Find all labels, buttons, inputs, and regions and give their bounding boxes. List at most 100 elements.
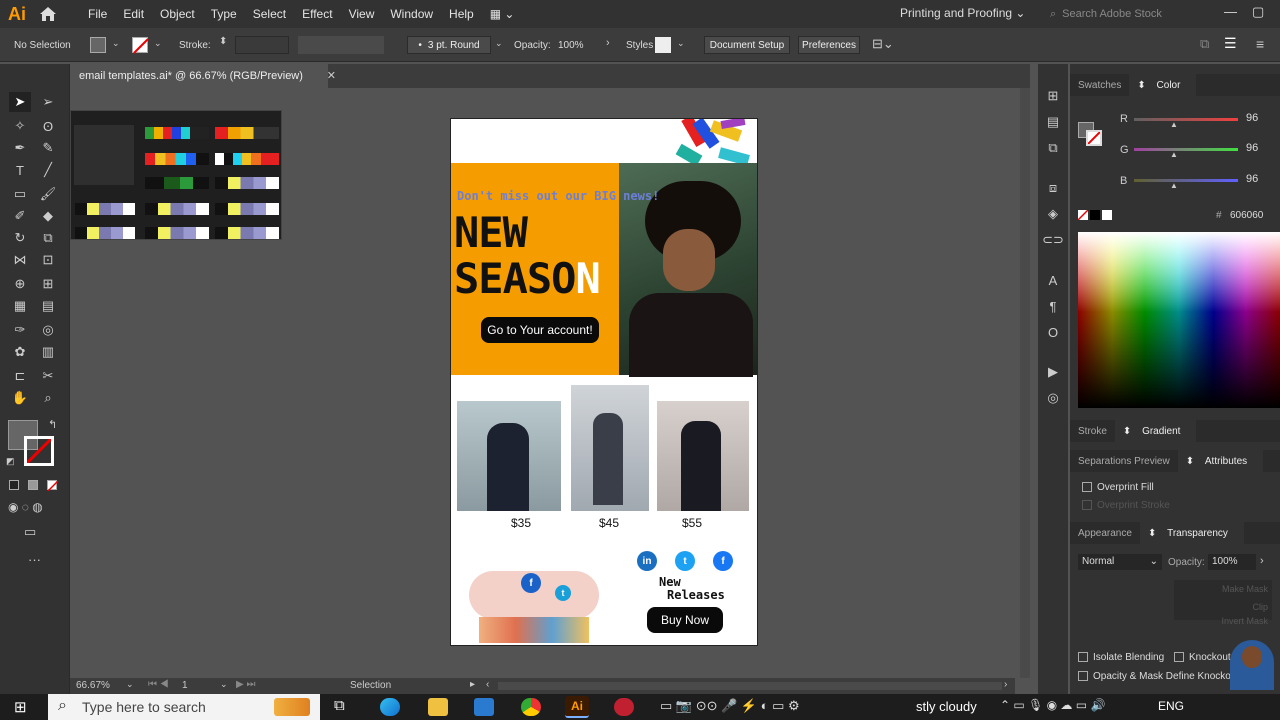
gradient-tool-icon[interactable]: ▤ <box>37 296 59 316</box>
chevron-down-icon[interactable]: ⌄ <box>154 38 162 49</box>
checkbox[interactable] <box>1174 652 1184 663</box>
chevron-down-icon[interactable]: ⌄ <box>112 38 120 49</box>
chevron-down-icon[interactable]: ⌄ <box>495 38 503 49</box>
eraser-icon[interactable]: ◆ <box>37 206 59 226</box>
direct-selection-tool-icon[interactable]: ➢ <box>37 92 59 112</box>
more-icon[interactable]: ≡ <box>1256 36 1264 52</box>
first-artboard-icon[interactable]: ⏮ ◀ <box>148 679 169 690</box>
none-swatch[interactable] <box>1077 209 1089 221</box>
gradient-mode-icon[interactable] <box>28 480 38 490</box>
symbol-sprayer-icon[interactable]: ✿ <box>9 342 31 362</box>
perspective-grid-icon[interactable]: ⊞ <box>37 274 59 294</box>
menu-view[interactable]: View <box>341 7 383 21</box>
make-mask-button[interactable]: Make Mask <box>1178 584 1268 594</box>
eyedropper-icon[interactable]: ✑ <box>9 320 31 340</box>
menu-type[interactable]: Type <box>203 7 245 21</box>
cc-libraries-icon[interactable]: ◎ <box>1042 388 1064 408</box>
paintbrush-icon[interactable]: 🖌 <box>37 184 59 204</box>
tab-attributes[interactable]: ⬍ Attributes <box>1177 450 1264 472</box>
color-mode-icon[interactable] <box>9 480 19 490</box>
lasso-icon[interactable]: ʘ <box>37 116 59 136</box>
document-setup-button[interactable]: Document Setup <box>704 36 790 54</box>
type-tool-icon[interactable]: T <box>9 160 31 180</box>
checkbox[interactable] <box>1082 482 1092 493</box>
swatch-row[interactable] <box>145 227 209 239</box>
arrange-icon[interactable]: ⧉ <box>1200 36 1209 52</box>
linkedin-icon[interactable]: in <box>637 551 657 571</box>
hex-value[interactable]: 606060 <box>1230 210 1263 221</box>
chevron-right-icon[interactable]: › <box>1260 555 1264 567</box>
scale-tool-icon[interactable]: ⧉ <box>37 228 59 248</box>
tab-transparency[interactable]: ⬍ Transparency <box>1139 522 1244 544</box>
draw-mode-icon[interactable]: ◉ ◌ ◍ <box>8 500 43 514</box>
default-colors-icon[interactable]: ◩ <box>6 456 15 467</box>
g-slider[interactable] <box>1134 148 1238 151</box>
libraries-icon[interactable]: ⧉ <box>1042 138 1064 158</box>
shape-builder-icon[interactable]: ⊕ <box>9 274 31 294</box>
curvature-tool-icon[interactable]: ✎ <box>37 138 59 158</box>
links-icon[interactable]: ⊂⊃ <box>1042 230 1064 250</box>
swatch-row[interactable] <box>145 153 209 165</box>
swatch-row[interactable] <box>145 203 209 215</box>
swatch-row[interactable] <box>215 227 279 239</box>
blend-mode-select[interactable]: Normal ⌄ <box>1078 554 1162 570</box>
system-tray-icons[interactable]: ▭ 📷 ⊙⊙ 🎤 ⚡ ◐ ▭ ⚙ <box>660 698 800 714</box>
chevron-down-icon[interactable]: ⌄ <box>220 679 228 690</box>
tab-separations[interactable]: Separations Preview <box>1070 456 1178 467</box>
tab-color[interactable]: ⬍ Color <box>1129 74 1197 96</box>
g-slider-thumb[interactable]: ▲ <box>1170 150 1178 159</box>
invert-mask-checkbox[interactable]: Invert Mask <box>1178 616 1268 626</box>
pen-tool-icon[interactable]: ✒ <box>9 138 31 158</box>
zoom-level[interactable]: 66.67% <box>76 680 110 691</box>
paragraph-icon[interactable]: ¶ <box>1042 296 1064 316</box>
r-slider[interactable] <box>1134 118 1238 121</box>
menu-effect[interactable]: Effect <box>294 7 340 21</box>
r-slider-thumb[interactable]: ▲ <box>1170 120 1178 129</box>
zoom-tool-icon[interactable]: ⌕ <box>37 388 59 408</box>
swatch-row[interactable] <box>75 227 135 239</box>
opacity-value[interactable]: 100% <box>558 40 584 51</box>
swatch-library-panel[interactable] <box>70 110 282 240</box>
recorder-icon[interactable] <box>614 698 634 716</box>
artboard-email-template[interactable]: Don't miss out our BIG news! NEW SEASON … <box>450 118 758 646</box>
b-slider[interactable] <box>1134 179 1238 182</box>
blend-tool-icon[interactable]: ◎ <box>37 320 59 340</box>
checkbox[interactable] <box>1082 500 1092 511</box>
close-icon[interactable]: ✕ <box>327 69 336 82</box>
taskbar-search[interactable]: ⌕ Type here to search <box>48 694 320 720</box>
menu-help[interactable]: Help <box>441 7 482 21</box>
menu-select[interactable]: Select <box>245 7 294 21</box>
task-view-icon[interactable]: ⧉ <box>334 697 345 714</box>
minimize-icon[interactable]: — <box>1224 4 1237 19</box>
artboards-icon[interactable]: ⧈ <box>1042 178 1064 198</box>
arrange-documents-icon[interactable]: ▦ ⌄ <box>482 7 523 21</box>
menu-object[interactable]: Object <box>152 7 203 21</box>
brush-definition[interactable]: • 3 pt. Round <box>407 36 491 54</box>
opacity-field[interactable]: 100% <box>1208 554 1256 570</box>
rotate-tool-icon[interactable]: ↻ <box>9 228 31 248</box>
rectangle-tool-icon[interactable]: ▭ <box>9 184 31 204</box>
illustrator-taskbar-icon[interactable]: Ai <box>565 696 589 718</box>
artboard-tool-icon[interactable]: ⊏ <box>9 366 31 386</box>
stroke-stepper-icon[interactable]: ⬍ <box>219 36 227 47</box>
tab-appearance[interactable]: Appearance <box>1070 528 1140 539</box>
fill-swatch[interactable] <box>90 37 106 53</box>
swatch-row[interactable] <box>215 177 279 189</box>
last-artboard-icon[interactable]: ▶ ⏭ <box>236 679 255 690</box>
swatch-row[interactable] <box>145 127 209 139</box>
mesh-tool-icon[interactable]: ▦ <box>9 296 31 316</box>
chevron-down-icon[interactable]: ⌄ <box>677 38 685 49</box>
swatch-row[interactable] <box>145 177 209 189</box>
tab-swatches[interactable]: Swatches <box>1070 80 1129 91</box>
panel-menu-icon[interactable]: ☰ <box>1224 35 1237 52</box>
tab-stroke[interactable]: Stroke <box>1070 426 1115 437</box>
r-value[interactable]: 96 <box>1246 112 1258 124</box>
b-slider-thumb[interactable]: ▲ <box>1170 181 1178 190</box>
chevron-right-icon[interactable]: › <box>606 37 610 49</box>
stroke-color-icon[interactable] <box>24 436 54 466</box>
b-value[interactable]: 96 <box>1246 173 1258 185</box>
screen-mode-icon[interactable]: ▭ <box>24 524 36 540</box>
slice-tool-icon[interactable]: ✂ <box>37 366 59 386</box>
store-icon[interactable] <box>474 698 494 716</box>
edit-toolbar-icon[interactable]: ··· <box>28 552 41 567</box>
